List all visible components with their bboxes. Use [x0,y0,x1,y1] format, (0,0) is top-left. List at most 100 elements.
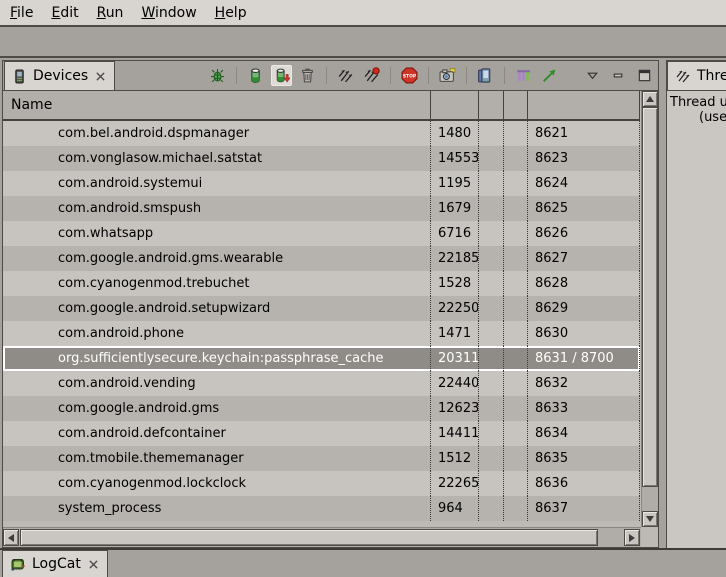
toolbar-separator [504,67,505,84]
row-process-name: com.android.vending [3,371,430,396]
table-row[interactable]: com.google.android.gms 12623 8633 [3,396,640,421]
stop-process-icon[interactable]: STOP [400,66,419,85]
column-header-pid[interactable] [430,91,478,119]
table-row[interactable]: com.android.systemui 1195 8624 [3,171,640,196]
main-toolbar-strip [0,27,726,58]
row-process-name: com.android.smspush [3,196,430,221]
start-method-profiling-icon[interactable] [362,66,381,85]
table-row[interactable]: com.cyanogenmod.lockclock 22265 8636 [3,471,640,496]
up-arrow-icon [646,96,654,102]
table-row[interactable]: com.android.phone 1471 8630 [3,321,640,346]
dump-hprof-icon[interactable] [272,66,291,85]
tab-threads-label: Threads [697,68,726,84]
row-port: 8627 [527,246,640,271]
menu-file[interactable]: File [1,2,42,24]
vertical-scrollbar[interactable] [641,91,658,527]
row-col4 [503,121,527,146]
row-col3 [478,396,503,421]
scroll-up-button[interactable] [642,91,658,107]
ddms-window: { "menu": { "items": ["File", "Edit", "R… [0,0,726,577]
table-row[interactable]: com.tmobile.thememanager 1512 8635 [3,446,640,471]
process-table-body: com.bel.android.dspmanager 1480 8621 com… [3,121,640,527]
device-screenshots-icon[interactable] [476,66,495,85]
update-heap-icon[interactable] [246,66,265,85]
horizontal-scrollbar[interactable] [3,527,641,547]
table-row-selected[interactable]: org.sufficientlysecure.keychain:passphra… [3,346,640,371]
row-pid: 1471 [430,321,478,346]
table-row[interactable]: com.google.android.setupwizard 22250 862… [3,296,640,321]
row-col3 [478,296,503,321]
menu-bar: FileEditRunWindowHelp [0,0,726,27]
row-port: 8635 [527,446,640,471]
scroll-left-button[interactable] [3,529,19,546]
svg-text:STOP: STOP [403,74,417,80]
table-row[interactable]: com.cyanogenmod.trebuchet 1528 8628 [3,271,640,296]
row-pid: 22440 [430,371,478,396]
row-col3 [478,271,503,296]
left-arrow-icon [8,534,14,542]
row-col3 [478,246,503,271]
opengl-trace-icon[interactable] [540,66,559,85]
row-port: 8636 [527,471,640,496]
table-row[interactable]: com.vonglasow.michael.satstat 14553 8623 [3,146,640,171]
row-col4 [503,321,527,346]
vertical-scrollbar-thumb[interactable] [642,107,658,487]
column-header-port[interactable] [527,91,640,119]
tab-logcat[interactable]: LogCat [2,550,108,577]
row-col3 [478,346,503,371]
tab-devices[interactable]: Devices [4,61,115,90]
row-port: 8632 [527,371,640,396]
menu-help[interactable]: Help [206,2,256,24]
row-col4 [503,146,527,171]
toolbar-separator [326,67,327,84]
row-col3 [478,121,503,146]
row-col3 [478,371,503,396]
scroll-down-button[interactable] [642,511,658,527]
row-process-name: com.android.phone [3,321,430,346]
menu-window[interactable]: Window [132,2,205,24]
row-col3 [478,446,503,471]
row-col4 [503,421,527,446]
toolbar-separator [390,67,391,84]
column-header-name[interactable]: Name [3,91,430,119]
update-threads-icon[interactable] [336,66,355,85]
view-menu-icon[interactable] [583,66,602,85]
row-port: 8637 [527,496,640,521]
table-row[interactable]: com.whatsapp 6716 8626 [3,221,640,246]
scroll-right-button[interactable] [624,529,640,546]
table-row[interactable]: com.android.defcontainer 14411 8634 [3,421,640,446]
close-icon[interactable] [87,558,100,571]
minimize-icon[interactable] [609,66,628,85]
row-process-name: com.google.android.gms.wearable [3,246,430,271]
row-process-name: com.tmobile.thememanager [3,446,430,471]
row-port: 8629 [527,296,640,321]
row-process-name: com.google.android.setupwizard [3,296,430,321]
table-row[interactable]: system_process 964 8637 [3,496,640,521]
menu-edit[interactable]: Edit [42,2,87,24]
table-row[interactable]: com.android.vending 22440 8632 [3,371,640,396]
tab-threads[interactable]: Threads [667,61,726,90]
row-col4 [503,496,527,521]
row-port: 8625 [527,196,640,221]
column-header-3[interactable] [478,91,503,119]
toolbar-separator [466,67,467,84]
menu-run[interactable]: Run [88,2,133,24]
column-header-4[interactable] [503,91,527,119]
table-row[interactable]: com.google.android.gms.wearable 22185 86… [3,246,640,271]
screen-capture-icon[interactable] [438,66,457,85]
row-process-name: com.google.android.gms [3,396,430,421]
system-trace-icon[interactable] [514,66,533,85]
row-col4 [503,346,527,371]
row-col4 [503,196,527,221]
maximize-icon[interactable] [635,66,654,85]
cause-gc-icon[interactable] [298,66,317,85]
row-pid: 22185 [430,246,478,271]
row-port: 8630 [527,321,640,346]
row-col4 [503,471,527,496]
row-port: 8631 / 8700 [527,346,640,371]
table-row[interactable]: com.android.smspush 1679 8625 [3,196,640,221]
close-icon[interactable] [94,70,107,83]
debug-process-icon[interactable] [208,66,227,85]
horizontal-scrollbar-thumb[interactable] [20,529,598,546]
table-row[interactable]: com.bel.android.dspmanager 1480 8621 [3,121,640,146]
